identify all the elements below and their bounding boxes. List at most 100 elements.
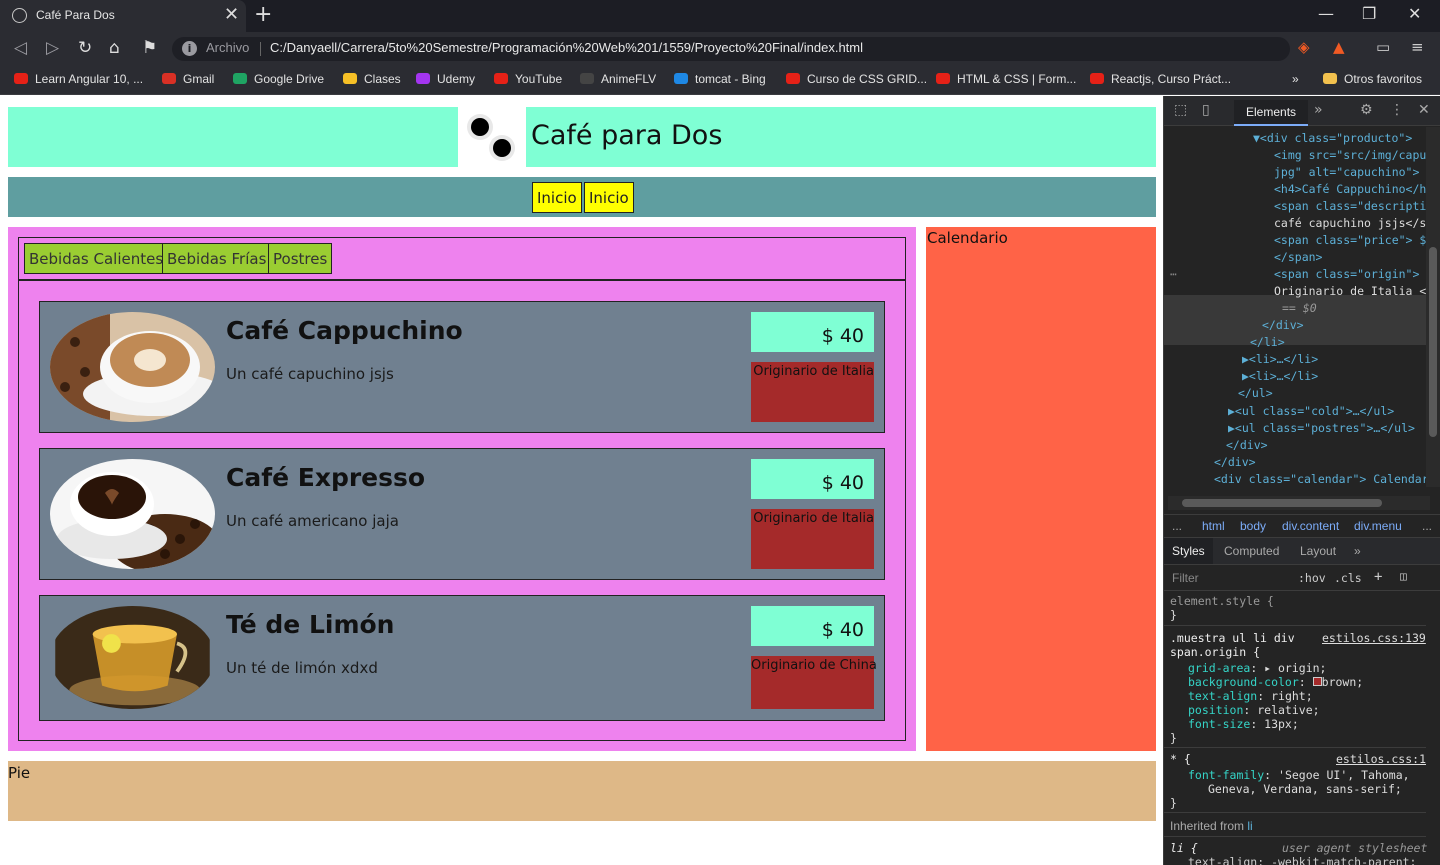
bookmark-item[interactable]: Google Drive bbox=[233, 72, 324, 86]
dom-horizontal-scrollbar[interactable] bbox=[1168, 496, 1430, 510]
dom-line[interactable]: ▼<div class="producto"> bbox=[1253, 131, 1412, 145]
tab-elements[interactable]: Elements bbox=[1234, 100, 1309, 126]
cappuccino-image bbox=[50, 312, 215, 422]
css-declaration[interactable]: text-align: -webkit-match-parent; bbox=[1188, 855, 1416, 865]
dom-line[interactable]: café capuchino jsjs</sp bbox=[1274, 216, 1426, 230]
menu-icon[interactable]: ≡ bbox=[1411, 38, 1424, 56]
home-icon[interactable]: ⌂ bbox=[109, 38, 120, 58]
dom-line[interactable]: </div> bbox=[1214, 455, 1256, 469]
dom-line[interactable]: </div> bbox=[1226, 438, 1268, 452]
rule-selector: span.origin { bbox=[1170, 645, 1261, 659]
drive-icon bbox=[233, 73, 247, 84]
dom-line[interactable]: jpg" alt="capuchino"> bbox=[1274, 165, 1419, 179]
breadcrumb-more[interactable]: ... bbox=[1172, 519, 1182, 533]
tab-bebidas-frias[interactable]: Bebidas Frías bbox=[162, 243, 272, 274]
url-text[interactable]: C:/Danyaell/Carrera/5to%20Semestre/Progr… bbox=[270, 40, 863, 55]
close-window-icon[interactable]: ✕ bbox=[1408, 4, 1421, 23]
tab-layout[interactable]: Layout bbox=[1300, 544, 1336, 558]
css-declaration[interactable]: background-color: brown; bbox=[1188, 675, 1363, 689]
reload-icon[interactable]: ↻ bbox=[78, 38, 92, 58]
dom-line[interactable]: ▶<ul class="cold">…</ul> bbox=[1228, 404, 1394, 418]
dom-line[interactable]: <span class="price"> $ bbox=[1274, 233, 1426, 247]
bookmark-item[interactable]: Gmail bbox=[162, 72, 214, 86]
tab-postres[interactable]: Postres bbox=[268, 243, 333, 274]
minimize-icon[interactable]: — bbox=[1318, 4, 1334, 23]
bookmark-item[interactable]: HTML & CSS | Form... bbox=[936, 72, 1076, 86]
breadcrumb-div-menu[interactable]: div.menu bbox=[1354, 519, 1402, 533]
rule-source-link[interactable]: estilos.css:1 bbox=[1336, 752, 1426, 766]
espresso-image bbox=[50, 459, 215, 569]
tab-computed[interactable]: Computed bbox=[1224, 544, 1279, 558]
bookmark-item[interactable]: AnimeFLV bbox=[580, 72, 656, 86]
filter-input[interactable]: Filter bbox=[1172, 571, 1199, 585]
rule-source-link[interactable]: estilos.css:139 bbox=[1322, 631, 1426, 645]
css-declaration[interactable]: text-align: right; bbox=[1188, 689, 1313, 703]
css-declaration[interactable]: position: relative; bbox=[1188, 703, 1320, 717]
dom-line[interactable]: <h4>Café Cappuchino</h4 bbox=[1274, 182, 1426, 196]
css-declaration[interactable]: font-family: 'Segoe UI', Tahoma, bbox=[1188, 768, 1410, 782]
breadcrumb-div-content[interactable]: div.content bbox=[1282, 519, 1339, 533]
dom-line[interactable]: <div class="calendar"> Calendari bbox=[1214, 472, 1426, 486]
dom-line[interactable]: Originario de Italia </ bbox=[1274, 284, 1426, 298]
dom-line[interactable]: </li> bbox=[1250, 335, 1285, 349]
info-icon[interactable]: i bbox=[182, 41, 197, 56]
dom-vertical-scrollbar[interactable] bbox=[1426, 127, 1440, 487]
bookmark-item[interactable]: tomcat - Bing bbox=[674, 72, 766, 86]
close-devtools-icon[interactable]: ✕ bbox=[1418, 102, 1430, 118]
calendar-label: Calendario bbox=[927, 229, 1008, 247]
bookmark-item[interactable]: Clases bbox=[343, 72, 401, 86]
product-description: Un café americano jaja bbox=[226, 512, 399, 530]
restore-icon[interactable]: ❐ bbox=[1362, 4, 1376, 23]
more-tabs-icon[interactable]: » bbox=[1314, 102, 1323, 118]
back-icon[interactable]: ◁ bbox=[14, 38, 27, 58]
header-title-block: Café para Dos bbox=[526, 107, 1156, 167]
forward-icon[interactable]: ▷ bbox=[46, 38, 59, 58]
bookmark-item[interactable]: YouTube bbox=[494, 72, 562, 86]
dom-line[interactable]: <img src="src/img/capuc bbox=[1274, 148, 1426, 162]
rewards-icon[interactable]: ▲ bbox=[1333, 38, 1345, 56]
dom-line[interactable]: ▶<li>…</li> bbox=[1242, 352, 1318, 366]
toggle-sidebar-icon[interactable]: ◫ bbox=[1400, 569, 1407, 583]
dom-line[interactable]: </ul> bbox=[1238, 386, 1273, 400]
kebab-menu-icon[interactable]: ⋮ bbox=[1390, 102, 1404, 118]
bookmark-icon[interactable]: ⚑ bbox=[142, 38, 157, 58]
bookmark-item[interactable]: Curso de CSS GRID... bbox=[786, 72, 927, 86]
dom-line[interactable]: </span> bbox=[1274, 250, 1322, 264]
brave-shield-icon[interactable]: ◈ bbox=[1298, 38, 1310, 56]
breadcrumb-html[interactable]: html bbox=[1202, 519, 1225, 533]
dom-ellipsis[interactable]: ⋯ bbox=[1170, 267, 1177, 281]
nav-inicio-button[interactable]: Inicio bbox=[584, 182, 634, 213]
cls-button[interactable]: .cls bbox=[1334, 571, 1362, 585]
add-rule-icon[interactable]: + bbox=[1374, 569, 1382, 585]
bookmark-item[interactable]: Learn Angular 10, ... bbox=[14, 72, 143, 86]
new-tab-button[interactable]: + bbox=[254, 2, 272, 27]
dom-line[interactable]: </div> bbox=[1262, 318, 1304, 332]
rule-selector: li { bbox=[1170, 841, 1198, 855]
bookmark-item[interactable]: Reactjs, Curso Práct... bbox=[1090, 72, 1231, 86]
dom-line-selected[interactable]: <span class="origin"> bbox=[1274, 267, 1419, 281]
breadcrumb-body[interactable]: body bbox=[1240, 519, 1266, 533]
device-toggle-icon[interactable]: ▯ bbox=[1202, 102, 1210, 118]
tab-bebidas-calientes[interactable]: Bebidas Calientes bbox=[24, 243, 169, 274]
bookmark-item[interactable]: Udemy bbox=[416, 72, 475, 86]
dom-line[interactable]: ▶<ul class="postres">…</ul> bbox=[1228, 421, 1415, 435]
wallet-icon[interactable]: ▭ bbox=[1376, 38, 1390, 56]
dom-line[interactable]: <span class="descripti bbox=[1274, 199, 1426, 213]
css-declaration[interactable]: font-size: 13px; bbox=[1188, 717, 1299, 731]
menu: Bebidas Calientes Bebidas Frías Postres … bbox=[18, 237, 906, 741]
breadcrumb-more[interactable]: ... bbox=[1422, 519, 1432, 533]
close-tab-icon[interactable]: ✕ bbox=[224, 4, 239, 25]
tab-styles[interactable]: Styles bbox=[1164, 538, 1213, 564]
browser-tab[interactable]: Café Para Dos ✕ bbox=[0, 0, 246, 32]
css-declaration[interactable]: grid-area: ▸ origin; bbox=[1188, 661, 1326, 675]
nav-inicio-button[interactable]: Inicio bbox=[532, 182, 582, 213]
address-bar[interactable]: i Archivo C:/Danyaell/Carrera/5to%20Seme… bbox=[172, 37, 1290, 61]
more-style-tabs[interactable]: » bbox=[1354, 544, 1361, 558]
gear-icon[interactable]: ⚙ bbox=[1360, 102, 1373, 118]
more-bookmarks-button[interactable]: » bbox=[1292, 72, 1299, 86]
hov-button[interactable]: :hov bbox=[1298, 571, 1326, 585]
folder-icon bbox=[1323, 73, 1337, 84]
inspect-icon[interactable]: ⬚ bbox=[1174, 102, 1187, 118]
dom-line[interactable]: ▶<li>…</li> bbox=[1242, 369, 1318, 383]
other-favorites[interactable]: Otros favoritos bbox=[1323, 72, 1422, 86]
